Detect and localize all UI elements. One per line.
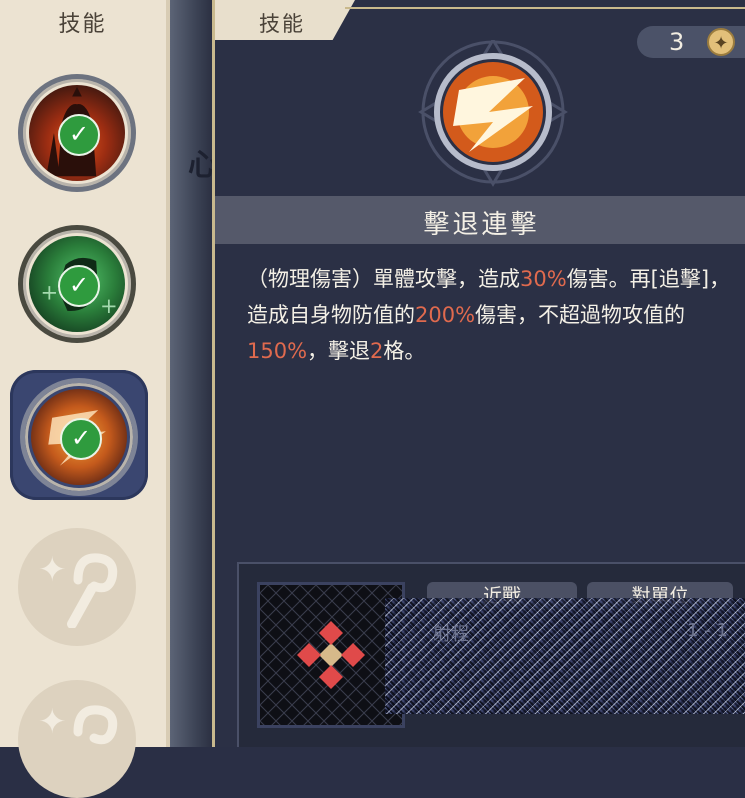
desc-highlight: 200%: [415, 303, 476, 327]
checkmark-icon: ✓: [58, 265, 100, 307]
detail-tab-label: 技能: [259, 12, 305, 36]
skill-name-bar: 擊退連擊: [215, 196, 745, 244]
attack-range-grid: [257, 582, 405, 728]
checkmark-icon: ✓: [58, 114, 100, 156]
skill-detail-panel: 技能 3 ✦ 擊退連擊 （物理傷害）單體攻擊，造成30%傷害。再[追擊]，造成自…: [212, 0, 745, 747]
background-strip: [170, 0, 212, 747]
skill-points-badge: 3 ✦: [637, 26, 745, 58]
desc-highlight: 2: [370, 339, 384, 363]
svg-text:+: +: [100, 293, 118, 318]
svg-text:+: +: [41, 279, 59, 304]
checkmark-icon: ✓: [60, 418, 102, 460]
desc-segment: 格。: [383, 339, 426, 363]
desc-segment: （物理傷害）單體攻擊，造成: [247, 267, 520, 291]
skill-slot-wind[interactable]: + + ✓: [18, 225, 136, 343]
skill-emblem: [418, 40, 568, 187]
hook-staff-icon: [67, 553, 118, 628]
sparkle-icon: ✦: [38, 702, 67, 742]
desc-highlight: 150%: [247, 339, 308, 363]
star-coin-icon: ✦: [707, 28, 735, 56]
hook-staff-icon: [73, 705, 118, 745]
skill-list-panel: 技能 ✓ + + ✓ ✓ ✦ ✦: [0, 0, 170, 798]
desc-highlight: 30%: [520, 267, 567, 291]
skill-description: （物理傷害）單體攻擊，造成30%傷害。再[追擊]，造成自身物防值的200%傷害，…: [247, 261, 737, 369]
desc-segment: ，擊退: [307, 339, 371, 363]
skill-list-title: 技能: [58, 12, 107, 37]
skill-name: 擊退連擊: [423, 210, 540, 240]
skill-slot-locked-2[interactable]: ✦: [18, 680, 136, 798]
sparkle-icon: ✦: [38, 550, 67, 590]
range-label: 射程: [433, 624, 469, 645]
skill-slot-locked-1[interactable]: ✦: [18, 528, 136, 646]
obscured-region: [385, 598, 745, 714]
skill-slot-fire[interactable]: ✓: [18, 74, 136, 192]
desc-segment: 傷害，不超過物攻值的: [475, 303, 686, 327]
skill-slot-lightning[interactable]: ✓: [20, 378, 138, 496]
divider: [345, 7, 745, 9]
range-value: 1 - 1: [687, 620, 728, 641]
skill-points-value: 3: [669, 28, 685, 56]
